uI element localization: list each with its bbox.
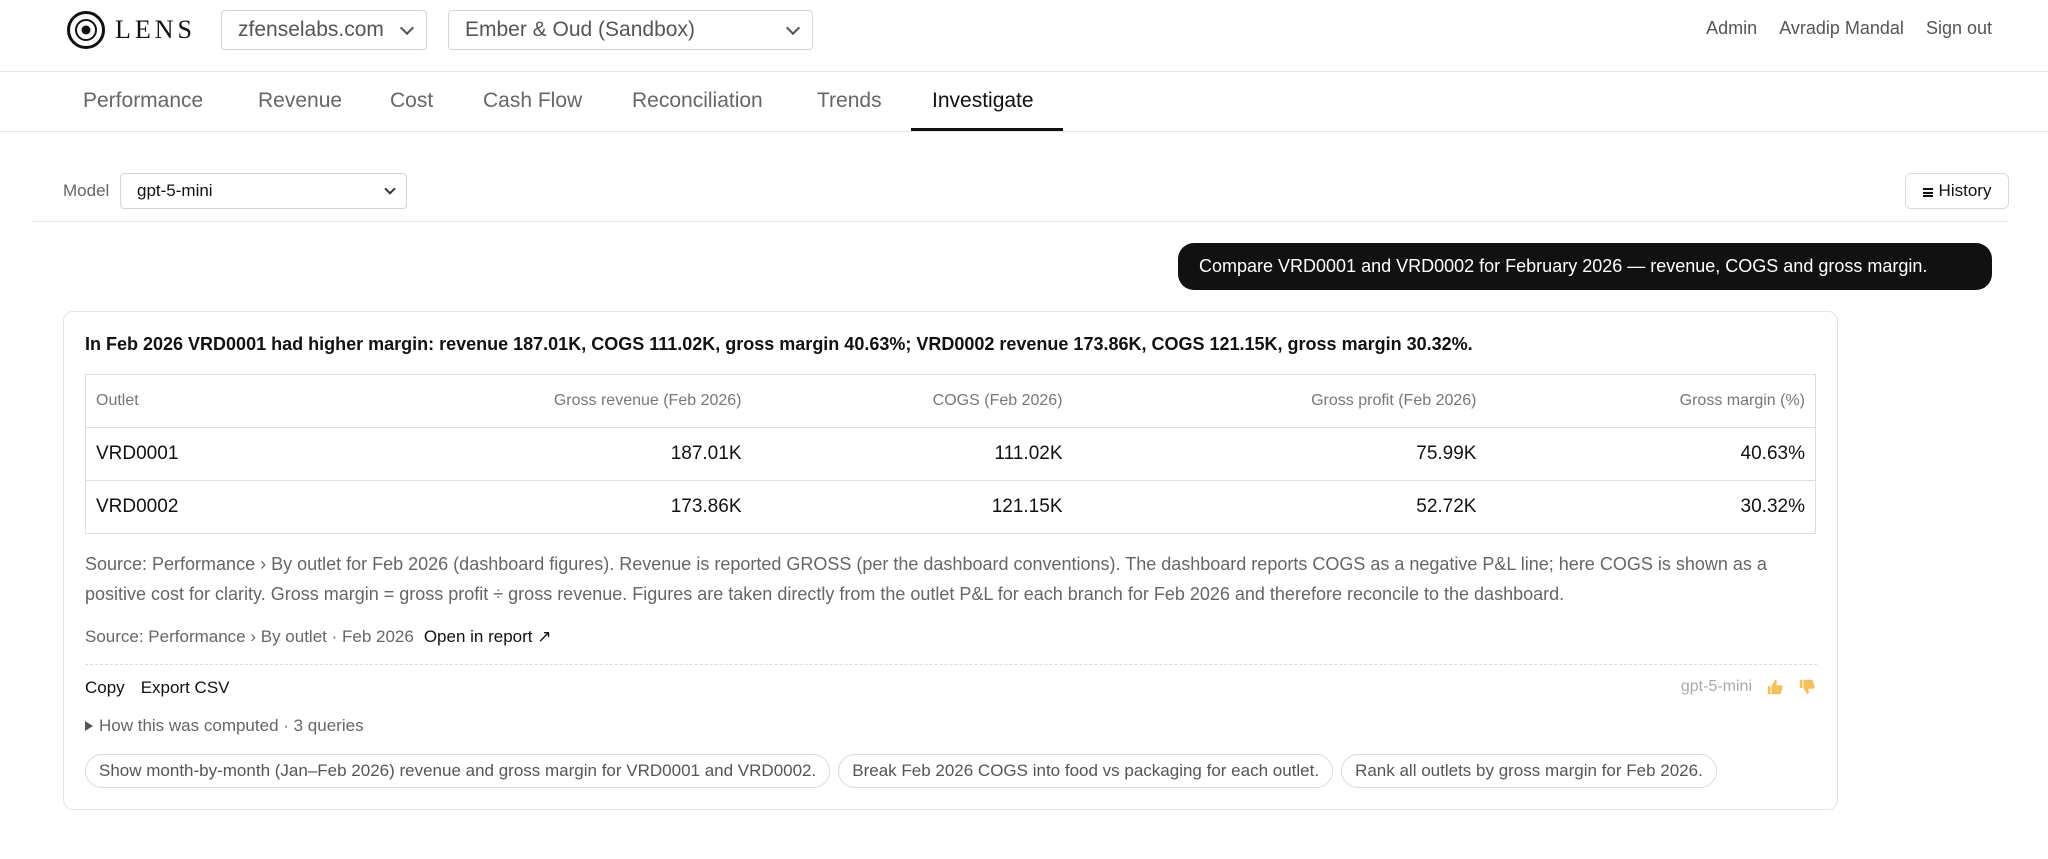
org-select-value: zfenselabs.com — [238, 18, 384, 41]
menu-icon — [1922, 187, 1933, 197]
answer-card: In Feb 2026 VRD0001 had higher margin: r… — [63, 311, 1838, 810]
tab-cost[interactable]: Cost — [390, 72, 433, 132]
answer-note: Source: Performance › By outlet for Feb … — [85, 554, 1767, 604]
model-select[interactable]: gpt-5-mini — [120, 173, 407, 209]
table-cell: 121.15K — [991, 496, 1063, 517]
user-name-link[interactable]: Avradip Mandal — [1779, 18, 1904, 39]
logo-text: LENS — [115, 15, 196, 44]
model-label: Model — [63, 181, 110, 200]
column-header: COGS (Feb 2026) — [751, 374, 1073, 428]
column-header: Gross profit (Feb 2026) — [1072, 374, 1487, 428]
model-toolbar: Model gpt-5-mini History — [31, 173, 2009, 222]
table-cell: 187.01K — [315, 427, 752, 481]
history-label: History — [1938, 181, 1992, 200]
table-cell: 30.32% — [1740, 496, 1805, 517]
tab-revenue[interactable]: Revenue — [258, 72, 342, 132]
suggestion-chips: Show month-by-month (Jan–Feb 2026) reven… — [85, 754, 1717, 788]
user-message-text: Compare VRD0001 and VRD0002 for February… — [1199, 256, 1928, 276]
suggestion-chip[interactable]: Show month-by-month (Jan–Feb 2026) reven… — [85, 754, 831, 788]
copy-button[interactable]: Copy — [85, 678, 125, 698]
divider — [85, 664, 1817, 665]
history-button[interactable]: History — [1905, 173, 2009, 209]
header-links: Admin Avradip Mandal Sign out — [1706, 18, 1992, 39]
source-text: Source: Performance › By outlet · Feb 20… — [85, 627, 414, 646]
model-tag: gpt-5-mini — [1680, 678, 1752, 695]
user-message-bubble: Compare VRD0001 and VRD0002 for February… — [1178, 243, 1992, 290]
table-cell: 75.99K — [1072, 427, 1487, 481]
chevron-down-icon — [399, 20, 415, 35]
thumbs-down-icon[interactable] — [1798, 678, 1816, 696]
main-tabs: Performance Revenue Cost Cash Flow Recon… — [0, 72, 2048, 132]
answer-summary: In Feb 2026 VRD0001 had higher margin: r… — [85, 334, 1473, 354]
answer-meta: gpt-5-mini — [1681, 678, 1816, 696]
environment-select[interactable]: Ember & Oud (Sandbox) — [448, 10, 813, 50]
tab-cash-flow[interactable]: Cash Flow — [483, 72, 582, 132]
table-row: VRD0001 187.01K 111.02K 75.99K 40.63% — [85, 427, 1816, 481]
tab-trends[interactable]: Trends — [817, 72, 882, 132]
chevron-down-icon — [785, 20, 801, 35]
environment-select-value: Ember & Oud (Sandbox) — [465, 18, 695, 41]
suggestion-chip[interactable]: Rank all outlets by gross margin for Feb… — [1341, 754, 1717, 788]
open-in-report-link[interactable]: Open in report ↗ — [424, 627, 552, 647]
model-select-value: gpt-5-mini — [137, 181, 213, 200]
admin-link[interactable]: Admin — [1706, 18, 1757, 39]
answer-actions: Copy Export CSV — [85, 678, 230, 698]
export-csv-button[interactable]: Export CSV — [141, 678, 230, 698]
results-table: Outlet Gross revenue (Feb 2026) COGS (Fe… — [85, 374, 1816, 534]
table-row: VRD0002 173.86K 121.15K 52.72K 30.32% — [86, 481, 1816, 534]
column-header: Outlet — [85, 374, 316, 428]
how-computed-toggle[interactable]: How this was computed · 3 queries — [85, 716, 364, 736]
table-cell: 52.72K — [1416, 496, 1477, 517]
suggestion-chip[interactable]: Break Feb 2026 COGS into food vs packagi… — [838, 754, 1334, 788]
table-cell: VRD0002 — [96, 496, 179, 517]
source-line: Source: Performance › By outlet · Feb 20… — [85, 627, 551, 647]
column-header: Gross margin (%) — [1486, 374, 1816, 428]
chevron-down-icon — [384, 183, 396, 195]
sign-out-link[interactable]: Sign out — [1926, 18, 1992, 39]
tab-investigate[interactable]: Investigate — [932, 72, 1034, 132]
top-header: LENS zfenselabs.com Ember & Oud (Sandbox… — [0, 0, 2048, 72]
table-cell: 40.63% — [1486, 427, 1816, 481]
table-header-row: Outlet Gross revenue (Feb 2026) COGS (Fe… — [85, 374, 1816, 428]
thumbs-up-icon[interactable] — [1766, 678, 1784, 696]
logo[interactable]: LENS — [67, 11, 196, 49]
disclosure-triangle-icon — [85, 721, 93, 731]
table-cell: 111.02K — [751, 427, 1073, 481]
tab-reconciliation[interactable]: Reconciliation — [632, 72, 763, 132]
table-cell: 173.86K — [670, 496, 742, 517]
lens-logo-icon — [67, 11, 105, 49]
how-computed-label: How this was computed · 3 queries — [99, 716, 364, 735]
tab-performance[interactable]: Performance — [83, 72, 203, 132]
table-cell: VRD0001 — [85, 427, 316, 481]
column-header: Gross revenue (Feb 2026) — [315, 374, 752, 428]
org-select[interactable]: zfenselabs.com — [221, 10, 427, 50]
active-tab-indicator — [911, 128, 1063, 131]
